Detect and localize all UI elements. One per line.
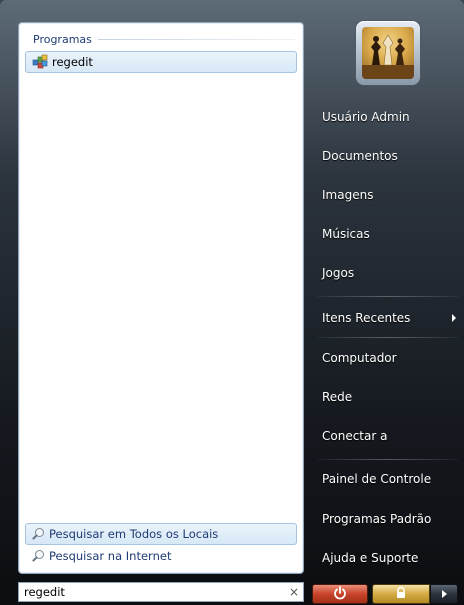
- right-item-imagens[interactable]: Imagens: [322, 183, 460, 207]
- right-item-label: Rede: [322, 390, 353, 404]
- program-item-label: regedit: [52, 55, 93, 69]
- right-item-ajuda-e-suporte[interactable]: Ajuda e Suporte: [322, 546, 460, 570]
- right-item-painel-de-controle[interactable]: Painel de Controle: [322, 467, 460, 491]
- right-item-label: Documentos: [322, 149, 398, 163]
- right-item-label: Músicas: [322, 227, 370, 241]
- right-divider: [318, 337, 458, 338]
- right-item-label: Imagens: [322, 188, 374, 202]
- search-everywhere-label: Pesquisar em Todos os Locais: [49, 527, 219, 541]
- right-item-computador[interactable]: Computador: [322, 346, 460, 370]
- chevron-right-icon: [441, 590, 447, 598]
- right-item-label: Usuário Admin: [322, 110, 410, 124]
- right-divider: [318, 459, 458, 460]
- search-internet-link[interactable]: Pesquisar na Internet: [25, 545, 297, 567]
- right-item-label: Conectar a: [322, 429, 388, 443]
- right-item-label: Itens Recentes: [322, 311, 411, 325]
- right-item-conectar-a[interactable]: Conectar a: [322, 424, 460, 448]
- programs-pane: Programas regedit Pesquisar em Todos os …: [18, 22, 304, 574]
- lock-button[interactable]: [372, 584, 430, 604]
- search-icon: [32, 549, 45, 563]
- right-item-label: Jogos: [322, 266, 355, 280]
- search-icon: [32, 527, 45, 541]
- right-item-user-admin[interactable]: Usuário Admin: [322, 105, 460, 129]
- right-item-label: Computador: [322, 351, 397, 365]
- power-button[interactable]: [312, 584, 368, 604]
- right-item-programas-padrao[interactable]: Programas Padrão: [322, 507, 460, 531]
- shutdown-options-button[interactable]: [430, 584, 458, 604]
- programs-header-label: Programas: [33, 32, 92, 46]
- right-item-label: Ajuda e Suporte: [322, 551, 419, 565]
- start-search-box[interactable]: ×: [18, 582, 304, 602]
- right-item-label: Programas Padrão: [322, 512, 432, 526]
- chess-pieces-avatar: [362, 27, 414, 79]
- regedit-icon: [32, 54, 48, 70]
- right-item-documentos[interactable]: Documentos: [322, 144, 460, 168]
- right-item-musicas[interactable]: Músicas: [322, 222, 460, 246]
- submenu-arrow-icon: [452, 314, 456, 322]
- clear-search-icon[interactable]: ×: [285, 585, 303, 599]
- right-item-label: Painel de Controle: [322, 472, 432, 486]
- right-item-itens-recentes[interactable]: Itens Recentes: [322, 306, 460, 330]
- right-divider: [318, 296, 458, 297]
- right-item-rede[interactable]: Rede: [322, 385, 460, 409]
- user-avatar-frame[interactable]: [356, 21, 420, 85]
- right-item-jogos[interactable]: Jogos: [322, 261, 460, 285]
- lock-icon: [394, 586, 408, 603]
- start-menu: Programas regedit Pesquisar em Todos os …: [0, 0, 464, 605]
- programs-section-header: Programas: [33, 31, 295, 47]
- search-everywhere-link[interactable]: Pesquisar em Todos os Locais: [25, 523, 297, 545]
- search-internet-label: Pesquisar na Internet: [49, 549, 172, 563]
- program-item-regedit[interactable]: regedit: [25, 51, 297, 73]
- power-icon: [333, 585, 347, 603]
- search-input[interactable]: [24, 584, 285, 600]
- section-divider: [97, 38, 295, 40]
